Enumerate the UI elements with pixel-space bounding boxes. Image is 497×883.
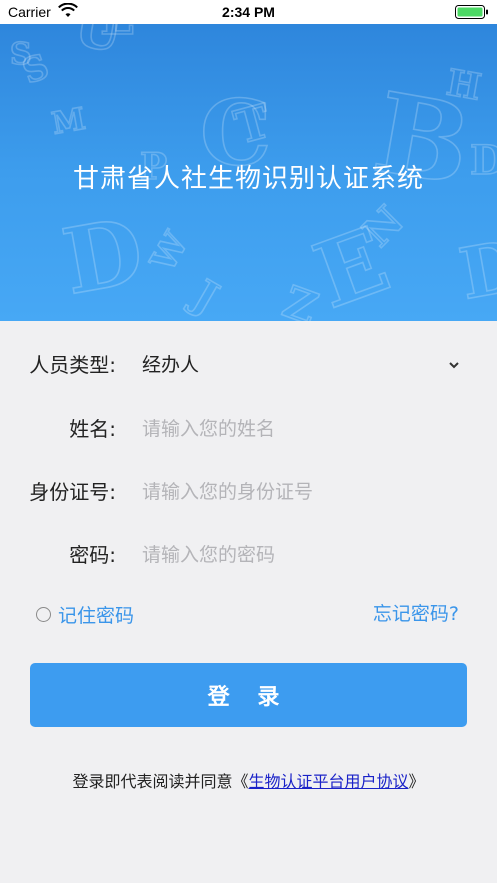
clock: 2:34 PM [222, 4, 275, 20]
decoration-letter: M [49, 102, 88, 142]
header-banner: SULCTBMDJWZENHDPSD 甘肃省人社生物识别认证系统 [0, 24, 497, 321]
agreement-prefix: 登录即代表阅读并同意《 [72, 772, 249, 791]
login-button[interactable]: 登 录 [30, 663, 467, 727]
decoration-letter: J [182, 268, 227, 321]
person-type-row[interactable]: 人员类型: 经办人 [0, 345, 497, 385]
decoration-letter: D [454, 223, 497, 315]
radio-icon[interactable] [36, 606, 51, 622]
agreement-suffix: 》 [408, 772, 425, 791]
battery-icon [455, 5, 488, 19]
decoration-letter: D [55, 198, 150, 316]
decoration-letter: W [143, 225, 198, 280]
agreement-link[interactable]: 生物认证平台用户协议 [248, 772, 408, 791]
name-input[interactable] [142, 409, 452, 449]
decoration-letter: L [100, 24, 134, 46]
password-input[interactable] [142, 535, 452, 575]
remember-password-label[interactable]: 记住密码 [58, 601, 134, 628]
person-type-select[interactable]: 经办人 [142, 345, 452, 385]
password-label: 密码: [69, 543, 116, 567]
name-row: 姓名: [0, 409, 497, 449]
decoration-letter: Z [276, 276, 324, 321]
chevron-down-icon[interactable] [446, 357, 462, 373]
agreement-text: 登录即代表阅读并同意《生物认证平台用户协议》 [0, 768, 497, 792]
remember-password-toggle[interactable]: 记住密码 [36, 598, 134, 630]
name-label: 姓名: [69, 417, 116, 441]
id-number-label: 身份证号: [29, 480, 116, 504]
decoration-letter: H [443, 62, 484, 109]
id-number-row: 身份证号: [0, 472, 497, 512]
password-row: 密码: [0, 535, 497, 575]
id-number-input[interactable] [142, 472, 452, 512]
decoration-letter: S [10, 37, 32, 72]
person-type-label: 人员类型: [29, 353, 116, 377]
forgot-password-link[interactable]: 忘记密码? [373, 598, 459, 630]
app-title: 甘肃省人社生物识别认证系统 [72, 164, 424, 194]
login-options: 记住密码 忘记密码? [0, 598, 497, 630]
status-bar: Carrier 2:34 PM [0, 0, 497, 24]
